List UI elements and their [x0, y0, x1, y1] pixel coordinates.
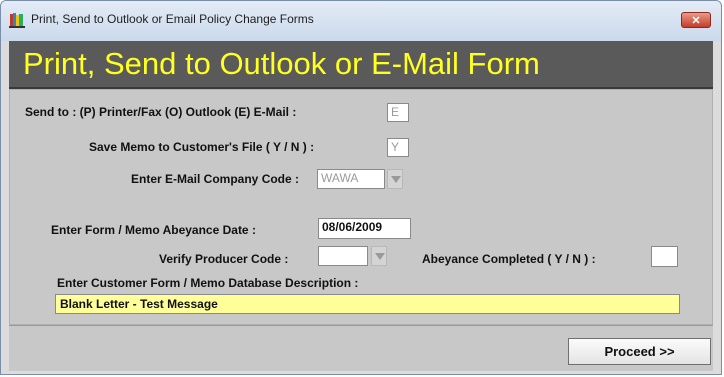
email-company-field[interactable]: WAWA: [317, 169, 385, 189]
abeyance-date-label: Enter Form / Memo Abeyance Date :: [51, 223, 256, 237]
verify-producer-dropdown-button[interactable]: [371, 246, 387, 266]
description-label: Enter Customer Form / Memo Database Desc…: [57, 276, 359, 290]
send-to-field[interactable]: E: [387, 103, 409, 122]
proceed-button[interactable]: Proceed >>: [568, 338, 711, 365]
header-banner: Print, Send to Outlook or E-Mail Form: [9, 41, 713, 89]
abeyance-completed-label: Abeyance Completed ( Y / N ) :: [422, 252, 596, 266]
abeyance-date-field[interactable]: 08/06/2009: [318, 218, 411, 239]
description-field[interactable]: Blank Letter - Test Message: [55, 294, 680, 314]
title-bar[interactable]: Print, Send to Outlook or Email Policy C…: [1, 1, 721, 41]
books-app-icon: [9, 13, 25, 28]
abeyance-completed-field[interactable]: [651, 246, 678, 267]
banner-title: Print, Send to Outlook or E-Mail Form: [23, 46, 540, 81]
window-title: Print, Send to Outlook or Email Policy C…: [31, 12, 314, 26]
email-company-dropdown-button[interactable]: [387, 169, 403, 189]
send-to-label: Send to : (P) Printer/Fax (O) Outlook (E…: [25, 105, 297, 119]
verify-producer-field[interactable]: [318, 246, 368, 266]
close-button[interactable]: ✕: [681, 12, 711, 28]
save-memo-label: Save Memo to Customer's File ( Y / N ) :: [89, 140, 315, 154]
chevron-down-icon: [391, 176, 401, 183]
email-company-label: Enter E-Mail Company Code :: [131, 172, 300, 186]
verify-producer-label: Verify Producer Code :: [159, 252, 289, 266]
dialog-window: Print, Send to Outlook or Email Policy C…: [0, 0, 722, 375]
chevron-down-icon: [375, 253, 385, 260]
close-icon: ✕: [691, 15, 701, 27]
save-memo-field[interactable]: Y: [387, 138, 409, 157]
